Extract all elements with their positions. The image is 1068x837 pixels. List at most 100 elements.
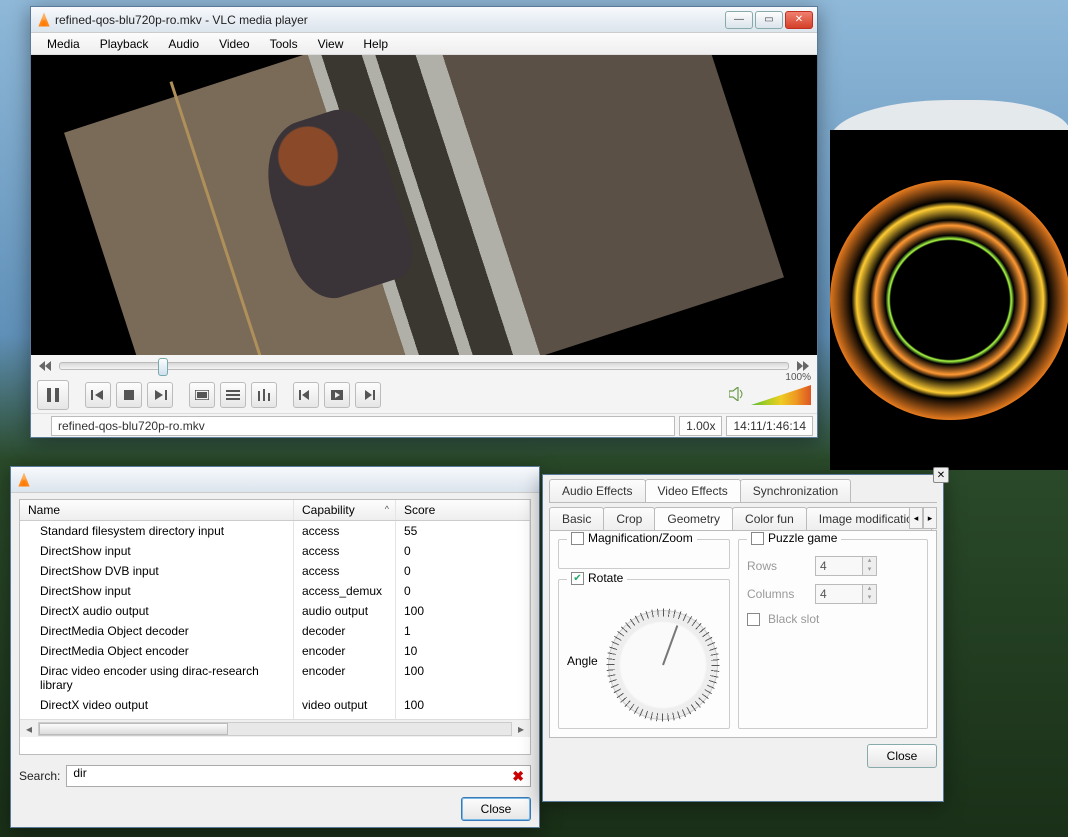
cell-name: DirectShow input: [20, 541, 294, 561]
cell-score: 0: [396, 581, 530, 601]
puzzle-checkbox[interactable]: [751, 532, 764, 545]
cell-score: 1: [396, 621, 530, 641]
cell-capability: encoder: [294, 641, 396, 661]
cell-score: 0: [396, 541, 530, 561]
horizontal-scrollbar[interactable]: ◂ ▸: [20, 719, 530, 737]
speaker-icon[interactable]: [729, 387, 745, 404]
angle-dial[interactable]: [608, 610, 718, 720]
menu-video[interactable]: Video: [209, 35, 259, 53]
rotate-checkbox[interactable]: ✔: [571, 572, 584, 585]
vlc-main-window: refined-qos-blu720p-ro.mkv - VLC media p…: [30, 6, 818, 438]
seek-forward-icon[interactable]: [795, 359, 811, 373]
seek-thumb[interactable]: [158, 358, 168, 376]
next-button[interactable]: [147, 382, 173, 408]
search-input[interactable]: dir ✖: [66, 765, 531, 787]
magnification-label: Magnification/Zoom: [588, 531, 693, 545]
scroll-right-icon[interactable]: ▸: [512, 722, 530, 736]
titlebar[interactable]: [11, 467, 539, 493]
table-row[interactable]: DirectX 3D video outputvideo output50: [20, 715, 530, 719]
table-row[interactable]: DirectMedia Object encoderencoder10: [20, 641, 530, 661]
vlc-cone-icon: [35, 420, 47, 432]
cell-score: 50: [396, 715, 530, 719]
effects-window: ✕ Audio Effects Video Effects Synchroniz…: [542, 474, 944, 802]
menu-media[interactable]: Media: [37, 35, 90, 53]
black-slot-checkbox[interactable]: [747, 613, 760, 626]
cell-capability: video output: [294, 715, 396, 719]
seek-back-icon[interactable]: [37, 359, 53, 373]
volume-slider[interactable]: 100%: [751, 385, 811, 405]
table-row[interactable]: Standard filesystem directory inputacces…: [20, 521, 530, 541]
cell-score: 100: [396, 695, 530, 715]
titlebar[interactable]: refined-qos-blu720p-ro.mkv - VLC media p…: [31, 7, 817, 33]
menu-tools[interactable]: Tools: [260, 35, 308, 53]
subtab-color-fun[interactable]: Color fun: [732, 507, 807, 530]
seek-slider[interactable]: [59, 362, 789, 370]
columns-spinner[interactable]: ▴▾: [815, 584, 877, 604]
sort-indicator-icon: ^: [385, 504, 389, 514]
close-button[interactable]: ✕: [785, 11, 813, 29]
spin-down-icon[interactable]: ▾: [862, 594, 876, 603]
menu-audio[interactable]: Audio: [158, 35, 209, 53]
cell-score: 100: [396, 661, 530, 695]
playlist-button[interactable]: [220, 382, 246, 408]
subtab-basic[interactable]: Basic: [549, 507, 604, 530]
spin-down-icon[interactable]: ▾: [862, 566, 876, 575]
table-row[interactable]: DirectShow inputaccess0: [20, 541, 530, 561]
table-row[interactable]: DirectX video outputvideo output100: [20, 695, 530, 715]
table-row[interactable]: Dirac video encoder using dirac-research…: [20, 661, 530, 695]
subtab-geometry[interactable]: Geometry: [654, 507, 733, 530]
black-slot-label: Black slot: [768, 612, 819, 626]
scroll-left-icon[interactable]: ◂: [20, 722, 38, 736]
clear-search-icon[interactable]: ✖: [512, 768, 524, 785]
table-row[interactable]: DirectMedia Object decoderdecoder1: [20, 621, 530, 641]
subtab-crop[interactable]: Crop: [603, 507, 655, 530]
tab-video-effects[interactable]: Video Effects: [645, 479, 741, 502]
cell-name: DirectMedia Object decoder: [20, 621, 294, 641]
video-effects-subtabs: Basic Crop Geometry Color fun Image modi…: [549, 507, 937, 531]
close-button[interactable]: Close: [867, 744, 937, 768]
cell-capability: access: [294, 541, 396, 561]
frame-button[interactable]: [324, 382, 350, 408]
tab-synchronization[interactable]: Synchronization: [740, 479, 851, 502]
equalizer-button[interactable]: [251, 382, 277, 408]
minimize-button[interactable]: —: [725, 11, 753, 29]
tab-audio-effects[interactable]: Audio Effects: [549, 479, 646, 502]
column-header-name[interactable]: Name: [20, 500, 294, 520]
table-row[interactable]: DirectX audio outputaudio output100: [20, 601, 530, 621]
cell-capability: access: [294, 561, 396, 581]
puzzle-label: Puzzle game: [768, 531, 837, 545]
menu-help[interactable]: Help: [353, 35, 398, 53]
spin-up-icon[interactable]: ▴: [862, 585, 876, 594]
vlc-cone-icon: [17, 473, 31, 487]
cell-score: 10: [396, 641, 530, 661]
menu-playback[interactable]: Playback: [90, 35, 159, 53]
rows-spinner[interactable]: ▴▾: [815, 556, 877, 576]
close-button[interactable]: Close: [461, 797, 531, 821]
magnification-checkbox[interactable]: [571, 532, 584, 545]
playback-time[interactable]: 14:11/1:46:14: [726, 416, 813, 436]
maximize-button[interactable]: ▭: [755, 11, 783, 29]
status-filename[interactable]: refined-qos-blu720p-ro.mkv: [51, 416, 675, 436]
scrollbar-thumb[interactable]: [39, 723, 228, 735]
column-header-capability[interactable]: Capability^: [294, 500, 396, 520]
fullscreen-button[interactable]: [189, 382, 215, 408]
video-canvas[interactable]: [31, 55, 817, 355]
tab-scroll-right-icon[interactable]: ▸: [923, 507, 937, 529]
vlc-cone-icon: [37, 13, 51, 27]
stop-button[interactable]: [116, 382, 142, 408]
skip-forward-button[interactable]: [355, 382, 381, 408]
cell-capability: access_demux: [294, 581, 396, 601]
table-row[interactable]: DirectShow inputaccess_demux0: [20, 581, 530, 601]
table-row[interactable]: DirectShow DVB inputaccess0: [20, 561, 530, 581]
menu-view[interactable]: View: [308, 35, 354, 53]
cell-name: DirectMedia Object encoder: [20, 641, 294, 661]
spin-up-icon[interactable]: ▴: [862, 557, 876, 566]
tab-scroll-left-icon[interactable]: ◂: [909, 507, 923, 529]
pause-button[interactable]: [37, 380, 69, 410]
previous-button[interactable]: [85, 382, 111, 408]
angle-label: Angle: [567, 654, 598, 668]
column-header-score[interactable]: Score: [396, 500, 530, 520]
cell-score: 100: [396, 601, 530, 621]
skip-back-button[interactable]: [293, 382, 319, 408]
playback-speed[interactable]: 1.00x: [679, 416, 722, 436]
